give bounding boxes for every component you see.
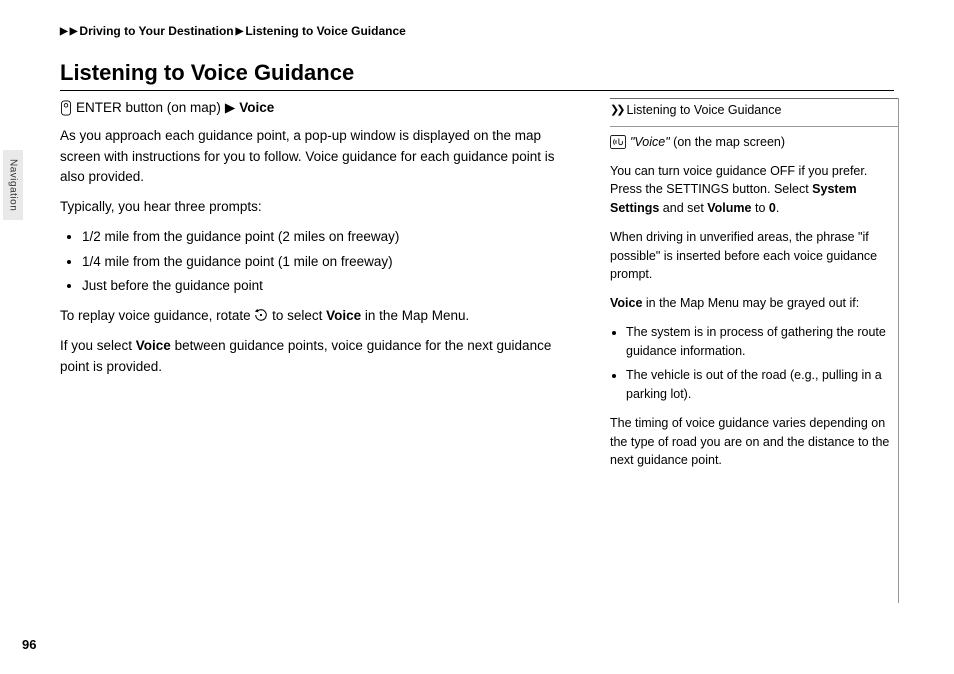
- main-para-4: If you select Voice between guidance poi…: [60, 336, 580, 377]
- enter-line: ENTER button (on map) ▶ Voice: [60, 98, 580, 118]
- page-number: 96: [22, 637, 36, 652]
- main-para-3: To replay voice guidance, rotate to sele…: [60, 306, 580, 326]
- side-column: ❯❯ Listening to Voice Guidance "Voice" (…: [610, 98, 898, 480]
- page: ▶▶ Driving to Your Destination ▶ Listeni…: [0, 0, 954, 674]
- side-para-4: The timing of voice guidance varies depe…: [610, 414, 898, 470]
- list-item: Just before the guidance point: [82, 276, 580, 296]
- side-header: ❯❯ Listening to Voice Guidance: [610, 99, 898, 126]
- text: in the Map Menu.: [361, 308, 469, 323]
- text: to: [752, 201, 769, 215]
- triangle-icon: ▶: [60, 26, 68, 37]
- breadcrumb-item-1: Driving to Your Destination: [79, 24, 233, 38]
- text: If you select: [60, 338, 136, 353]
- text: and set: [659, 201, 707, 215]
- voice-word: Voice: [136, 338, 171, 353]
- side-para-3: Voice in the Map Menu may be grayed out …: [610, 294, 898, 313]
- page-title: Listening to Voice Guidance: [60, 60, 894, 91]
- voice-command-icon: [610, 135, 626, 149]
- text: in the Map Menu may be grayed out if:: [642, 296, 859, 310]
- list-item: The vehicle is out of the road (e.g., pu…: [626, 366, 898, 404]
- text: .: [776, 201, 779, 215]
- side-header-text: Listening to Voice Guidance: [626, 101, 781, 120]
- list-item: 1/2 mile from the guidance point (2 mile…: [82, 227, 580, 247]
- list-item: The system is in process of gathering th…: [626, 323, 898, 361]
- main-column: ENTER button (on map) ▶ Voice As you app…: [60, 98, 580, 387]
- rotate-dial-icon: [254, 308, 268, 322]
- voice-label: Voice: [239, 98, 274, 118]
- breadcrumb-item-2: Listening to Voice Guidance: [245, 24, 405, 38]
- side-para-2: When driving in unverified areas, the ph…: [610, 228, 898, 284]
- enter-label: ENTER button (on map): [76, 98, 221, 118]
- triangle-icon: ▶: [236, 26, 244, 37]
- breadcrumb: ▶▶ Driving to Your Destination ▶ Listeni…: [60, 24, 406, 38]
- main-para-2: Typically, you hear three prompts:: [60, 197, 580, 217]
- list-item: 1/4 mile from the guidance point (1 mile…: [82, 252, 580, 272]
- side-para-1: You can turn voice guidance OFF if you p…: [610, 162, 898, 218]
- side-body: "Voice" (on the map screen) You can turn…: [610, 126, 898, 470]
- zero-label: 0: [769, 201, 776, 215]
- voice-word: Voice: [326, 308, 361, 323]
- volume-label: Volume: [707, 201, 751, 215]
- voice-word: Voice: [610, 296, 642, 310]
- section-tab-label: Navigation: [8, 159, 19, 211]
- section-tab: Navigation: [3, 150, 23, 220]
- voice-command-line: "Voice" (on the map screen): [610, 133, 898, 152]
- voice-command-text: "Voice" (on the map screen): [630, 133, 785, 152]
- main-bullet-list: 1/2 mile from the guidance point (2 mile…: [60, 227, 580, 296]
- enter-button-icon: [60, 100, 72, 116]
- text: To replay voice guidance, rotate: [60, 308, 254, 323]
- triangle-icon: ▶: [70, 26, 78, 37]
- main-para-1: As you approach each guidance point, a p…: [60, 126, 580, 187]
- side-column-rule: [898, 98, 899, 603]
- text: to select: [268, 308, 326, 323]
- triangle-icon: ▶: [225, 98, 235, 118]
- side-bullet-list: The system is in process of gathering th…: [610, 323, 898, 404]
- chevron-icon: ❯❯: [610, 102, 622, 119]
